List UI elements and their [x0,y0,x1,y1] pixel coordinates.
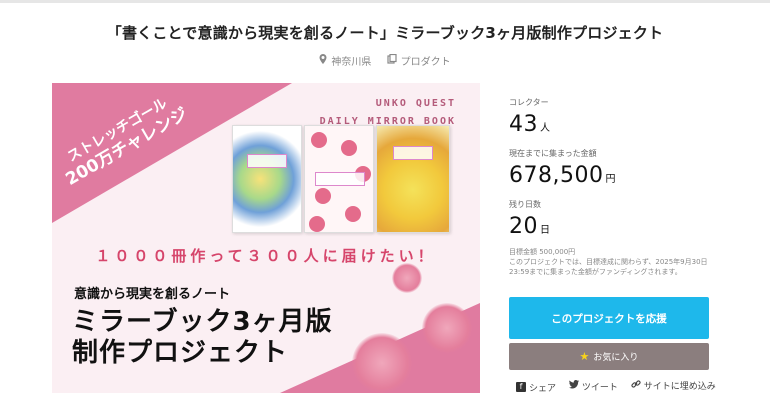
rose-decoration [352,333,412,393]
tag-icon [386,53,397,67]
collectors-unit: 人 [540,123,551,134]
raised-unit: 円 [605,174,616,185]
raised-label: 現在までに集まった金額 [509,149,597,158]
target-amount: 目標金額 500,000円 [509,248,576,256]
category-link[interactable]: プロダクト [386,53,451,68]
goal-text: １０００冊作って３００人に届けたい！ [95,247,437,265]
brand-line-1: UNKO QUEST [375,98,456,109]
embed-link[interactable]: サイトに埋め込み [631,379,716,392]
hero-title: ミラーブック3ヶ月版 制作プロジェクト [72,307,333,369]
collectors-block: コレクター 43 人 [509,97,551,137]
embed-label: サイトに埋め込み [643,382,716,392]
project-hero-image: ストレッチゴール 200万チャレンジ UNKO QUEST DAILY MIRR… [52,83,480,393]
days-left-label: 残り日数 [509,200,541,209]
favorite-button[interactable]: ★ お気に入り [509,343,709,370]
tweet-label: ツイート [581,382,618,393]
raised-value: 678,500 [509,163,604,188]
facebook-icon: f [516,382,526,392]
raised-block: 現在までに集まった金額 678,500 円 [509,148,616,188]
facebook-share-link[interactable]: f シェア [516,381,556,394]
book-cover-yellow [376,125,450,233]
days-left-value: 20 [509,214,538,239]
top-border [0,0,770,3]
collectors-label: コレクター [509,98,549,107]
category-label: プロダクト [400,57,451,68]
hero-subtitle: 意識から現実を創るノート [74,287,231,302]
support-project-button[interactable]: このプロジェクトを応援 [509,297,709,339]
hero-title-line-2: 制作プロジェクト [72,338,289,369]
days-left-block: 残り日数 20 日 [509,199,551,239]
rose-decoration [422,303,472,353]
days-left: 20 日 [509,214,551,239]
hero-title-line-1: ミラーブック3ヶ月版 [72,307,333,337]
collectors-value: 43 [509,112,538,137]
project-meta: 神奈川県 プロダクト [0,53,770,68]
collectors-count: 43 人 [509,112,551,137]
book-cover-roses [304,125,374,233]
rose-decoration [392,263,422,293]
funding-note: 目標金額 500,000円 このプロジェクトでは、目標達成に関わらず、2025年… [509,248,711,277]
favorite-label: お気に入り [593,353,639,363]
location-label: 神奈川県 [331,57,372,68]
share-bar: f シェア ツイート サイトに埋め込み [516,379,726,394]
all-in-note: このプロジェクトでは、目標達成に関わらず、2025年9月30日23:59までに集… [509,257,708,276]
twitter-icon [568,380,579,392]
map-pin-icon [319,54,327,67]
book-cover-watercolor [232,125,302,233]
location-link[interactable]: 神奈川県 [319,53,371,68]
tweet-link[interactable]: ツイート [568,380,618,393]
star-icon: ★ [579,350,590,363]
raised-amount: 678,500 円 [509,163,616,188]
link-icon [631,379,641,392]
page-title: 「書くことで意識から現実を創るノート」ミラーブック3ヶ月版制作プロジェクト [106,24,664,42]
share-label: シェア [529,383,557,394]
days-left-unit: 日 [540,225,551,236]
